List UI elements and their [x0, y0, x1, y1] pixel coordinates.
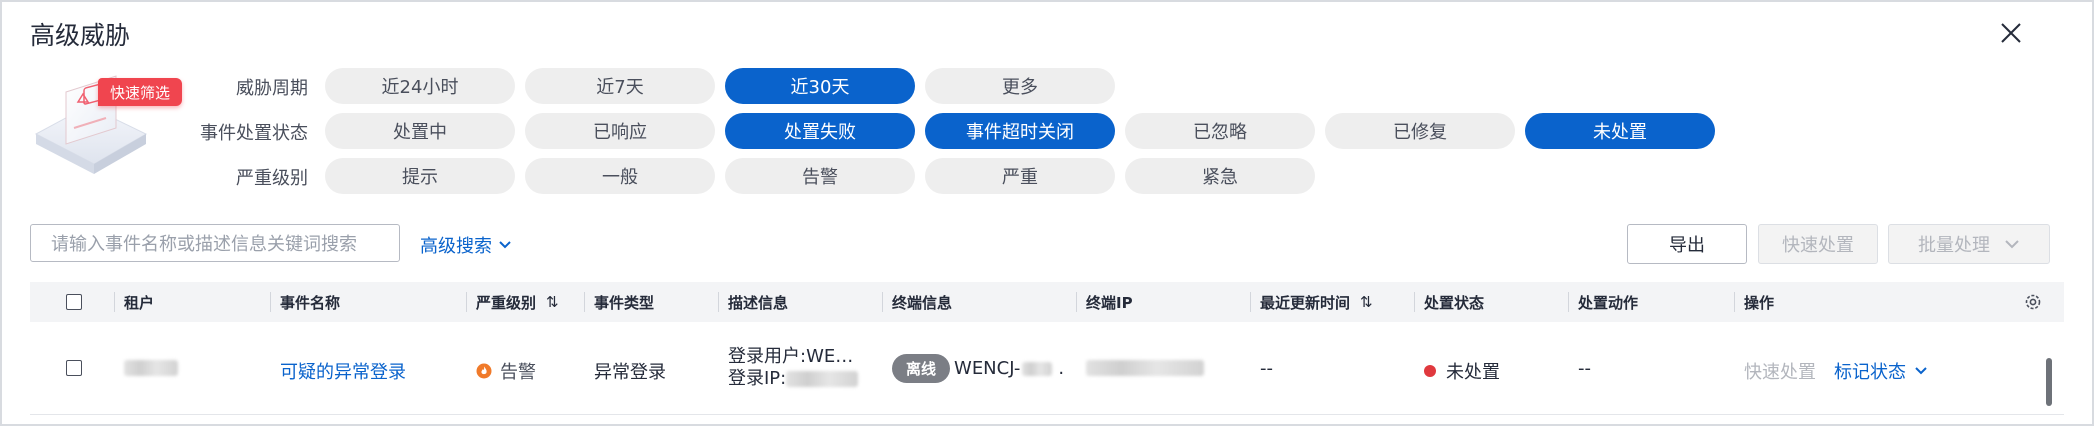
status-text: 未处置 [1446, 362, 1500, 383]
chip-status-ignored[interactable]: 已忽略 [1125, 113, 1315, 149]
mark-status-dropdown[interactable]: 标记状态 [1834, 358, 1928, 384]
table-row[interactable]: 可疑的异常登录 告警 异常登录 登录用户:WE… 登录IP: 离线 WENCJ-… [30, 332, 2064, 412]
quick-filter-badge-label: 快速筛选 [110, 83, 171, 102]
chip-status-failed[interactable]: 处置失败 [725, 113, 915, 149]
export-button[interactable]: 导出 [1627, 224, 1747, 264]
column-divider [114, 292, 115, 312]
terminal-ip-masked [1086, 360, 1204, 376]
description-ip-line: 登录IP: [728, 368, 859, 390]
quick-filter-badge: 快速筛选 [98, 78, 183, 106]
terminal-name-masked [1022, 361, 1053, 376]
chip-status-unhandled[interactable]: 未处置 [1525, 113, 1715, 149]
alert-level-icon [476, 363, 492, 379]
gear-icon[interactable] [2024, 293, 2042, 311]
col-action: 处置动作 [1578, 293, 1639, 312]
chip-period-7d[interactable]: 近7天 [525, 68, 715, 104]
status-dot-icon [1424, 365, 1436, 377]
chevron-down-icon [499, 241, 511, 249]
chip-severity-alert[interactable]: 告警 [725, 158, 915, 194]
chip-period-30d[interactable]: 近30天 [725, 68, 915, 104]
column-divider [584, 292, 585, 312]
advanced-search-link[interactable]: 高级搜索 [420, 232, 512, 258]
table-header: 租户 事件名称 严重级别 ⇅ 事件类型 描述信息 终端信息 终端IP 最近更新时… [30, 282, 2064, 322]
event-type-cell: 异常登录 [594, 362, 666, 383]
advanced-search-label: 高级搜索 [420, 236, 492, 257]
tenant-masked [124, 360, 178, 376]
terminal-name: WENCJ- [954, 358, 1021, 379]
ip-masked [786, 371, 859, 387]
chip-period-24h[interactable]: 近24小时 [325, 68, 515, 104]
chevron-down-icon [1915, 367, 1927, 375]
search-input[interactable]: 请输入事件名称或描述信息关键词搜索 [30, 224, 400, 262]
filter-label-status: 事件处置状态 [200, 123, 308, 144]
col-terminal-info: 终端信息 [892, 293, 953, 312]
column-divider [1076, 292, 1077, 312]
description-user: 登录用户:WE… [728, 346, 854, 367]
dialog-title: 高级威胁 [30, 21, 131, 50]
vertical-scrollbar[interactable] [2046, 358, 2052, 406]
chip-severity-general[interactable]: 一般 [525, 158, 715, 194]
description-ip-label: 登录IP: [728, 368, 787, 389]
terminal-name-suffix: . [1058, 358, 1065, 379]
action-cell: -- [1578, 358, 1591, 379]
chip-status-fixed[interactable]: 已修复 [1325, 113, 1515, 149]
column-divider [466, 292, 467, 312]
row-checkbox[interactable] [66, 360, 82, 376]
row-quick-handle-link[interactable]: 快速处置 [1744, 358, 1816, 384]
batch-handle-label: 批量处理 [1918, 235, 1990, 256]
chip-severity-serious[interactable]: 严重 [925, 158, 1115, 194]
col-event-type: 事件类型 [594, 293, 655, 312]
col-terminal-ip: 终端IP [1086, 293, 1133, 312]
col-update-time-label: 最近更新时间 [1260, 293, 1351, 312]
advanced-threat-dialog: 高级威胁 快速筛选 威胁周期 事件处置状态 严重级别 近24小时 近7天 近30… [0, 0, 2094, 426]
col-event-name: 事件名称 [280, 293, 341, 312]
chip-status-processing[interactable]: 处置中 [325, 113, 515, 149]
col-status: 处置状态 [1424, 293, 1485, 312]
column-divider [1414, 292, 1415, 312]
column-divider [1568, 292, 1569, 312]
col-update-time[interactable]: 最近更新时间 ⇅ [1260, 282, 1373, 322]
column-divider [270, 292, 271, 312]
offline-badge: 离线 [892, 354, 951, 383]
filter-label-severity: 严重级别 [236, 168, 308, 189]
column-divider [882, 292, 883, 312]
select-all-checkbox[interactable] [66, 294, 82, 310]
update-time-cell: -- [1260, 358, 1273, 379]
description-cell: 登录用户:WE… 登录IP: [728, 346, 859, 390]
chip-status-timeout-closed[interactable]: 事件超时关闭 [925, 113, 1115, 149]
sort-icon[interactable]: ⇅ [1360, 293, 1373, 311]
row-divider [30, 414, 2064, 415]
col-tenant: 租户 [124, 293, 155, 312]
col-severity-label: 严重级别 [476, 293, 537, 312]
status-cell: 未处置 [1424, 358, 1500, 384]
filter-label-period: 威胁周期 [236, 78, 308, 99]
chip-severity-hint[interactable]: 提示 [325, 158, 515, 194]
col-severity[interactable]: 严重级别 ⇅ [476, 282, 559, 322]
sort-icon[interactable]: ⇅ [546, 293, 559, 311]
severity-text: 告警 [500, 362, 536, 383]
column-divider [1250, 292, 1251, 312]
column-divider [718, 292, 719, 312]
mark-status-label: 标记状态 [1834, 362, 1906, 383]
event-name-link[interactable]: 可疑的异常登录 [280, 358, 406, 384]
chip-period-more[interactable]: 更多 [925, 68, 1115, 104]
severity-cell: 告警 [476, 358, 536, 384]
chip-status-responded[interactable]: 已响应 [525, 113, 715, 149]
terminal-info-cell: 离线 WENCJ- . [892, 354, 1064, 383]
col-description: 描述信息 [728, 293, 789, 312]
column-divider [1734, 292, 1735, 312]
close-icon[interactable] [1998, 20, 2024, 46]
chip-severity-urgent[interactable]: 紧急 [1125, 158, 1315, 194]
col-operation: 操作 [1744, 293, 1775, 312]
batch-handle-button[interactable]: 批量处理 [1888, 224, 2050, 264]
chevron-down-icon [2005, 240, 2019, 249]
quick-handle-button[interactable]: 快速处置 [1758, 224, 1878, 264]
